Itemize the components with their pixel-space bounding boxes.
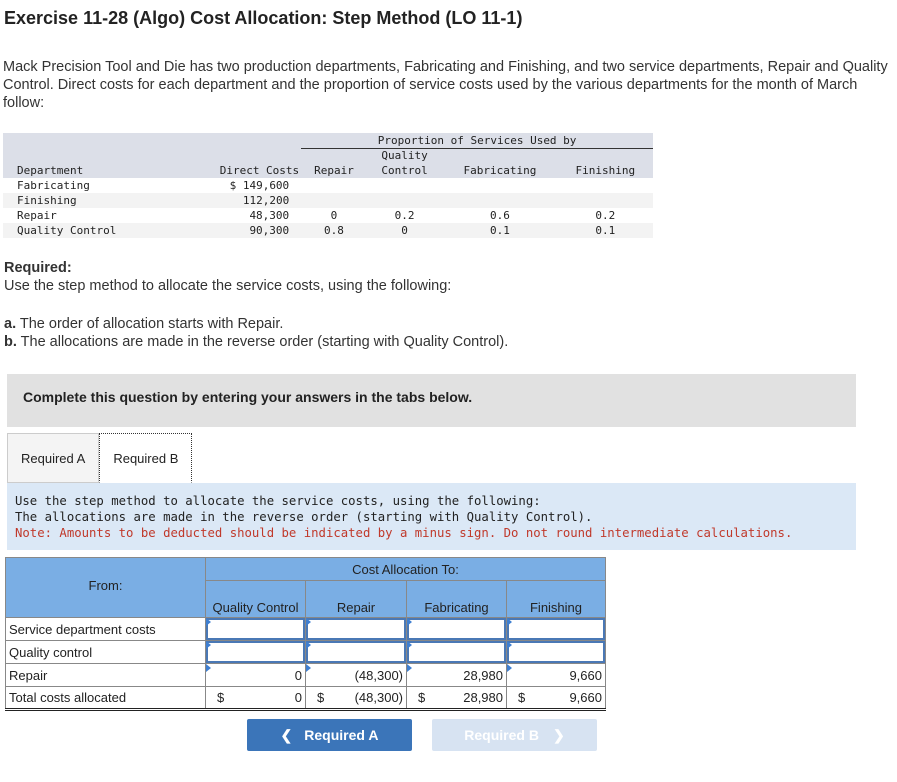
proportion: 0.2 [558,208,653,223]
total-value: 0 [295,690,302,705]
dept-name: Finishing [3,193,176,208]
proportion: 0.1 [558,223,653,238]
input-cell[interactable]: 28,980 [407,664,507,687]
dept-name: Quality Control [3,223,176,238]
direct-cost: 90,300 [176,223,301,238]
next-label: Required B [464,727,539,743]
input-cell[interactable]: 9,660 [507,664,606,687]
allocation-table: From:Cost Allocation To: Quality Control… [5,557,606,711]
currency-symbol: $ [209,690,224,705]
col-header: Quality [367,148,443,163]
proportion: 0.8 [301,223,367,238]
total-cell: $ (48,300) [306,687,407,710]
parts-list: a. The order of allocation starts with R… [4,315,508,351]
total-cell: $28,980 [407,687,507,710]
table-row: Finishing112,200 [3,193,653,208]
proportion: 0 [301,208,367,223]
dept-name: Repair [3,208,176,223]
required-text: Use the step method to allocate the serv… [4,278,451,294]
input-cell[interactable] [206,618,306,641]
total-cell: $0 [206,687,306,710]
row-label: Quality control [6,641,206,664]
table-row-total: Total costs allocated $0 $ (48,300) $28,9… [6,687,606,710]
proportion: 0 [367,223,443,238]
part-b-label: b. [4,334,17,350]
direct-cost: 112,200 [176,193,301,208]
col-header: Control [367,163,443,178]
table-row: Fabricating$ 149,600 [3,178,653,193]
input-cell[interactable] [507,641,606,664]
prev-required-a-button[interactable]: ❮ Required A [247,719,412,751]
tab-bar: Required A Required B [7,433,192,483]
table-row: Repair0(48,300)28,9809,660 [6,664,606,687]
total-cell: $9,660 [507,687,606,710]
col-header: Quality Control [206,581,306,618]
direct-cost: 48,300 [176,208,301,223]
input-cell[interactable] [206,641,306,664]
instruction-banner: Complete this question by entering your … [7,374,856,427]
col-header: Fabricating [407,581,507,618]
input-cell[interactable] [407,618,507,641]
total-value: 9,660 [569,690,602,705]
instruction-line: Use the step method to allocate the serv… [15,493,856,509]
department-data-table: Proportion of Services Used by Quality D… [3,133,653,238]
instruction-line: The allocations are made in the reverse … [15,509,856,525]
proportion: 0.6 [442,208,557,223]
input-cell[interactable]: (48,300) [306,664,407,687]
chevron-right-icon: ❯ [553,727,565,744]
table-row: Repair48,30000.20.60.2 [3,208,653,223]
from-header: From: [6,558,206,618]
currency-symbol: $ [410,690,425,705]
input-cell[interactable] [306,641,407,664]
col-header: Fabricating [442,163,557,178]
input-cell[interactable] [407,641,507,664]
row-label: Total costs allocated [6,687,206,710]
col-header: Repair [301,163,367,178]
col-header: Department [3,163,176,178]
currency-symbol: $ [510,690,525,705]
table-row: Quality Control90,3000.800.10.1 [3,223,653,238]
input-cell[interactable] [507,618,606,641]
tab-instructions: Use the step method to allocate the serv… [7,483,856,550]
intro-text: Mack Precision Tool and Die has two prod… [3,58,888,112]
group-header: Proportion of Services Used by [301,133,653,148]
required-label: Required: [4,260,72,276]
col-header: Finishing [558,163,653,178]
proportion: 0.1 [442,223,557,238]
required-section: Required: Use the step method to allocate… [4,259,451,295]
tab-required-b[interactable]: Required B [99,433,192,483]
total-value: 28,980 [463,690,503,705]
proportion: 0.2 [367,208,443,223]
cost-allocation-header: Cost Allocation To: [206,558,606,581]
part-a-label: a. [4,316,16,332]
part-a-text: The order of allocation starts with Repa… [16,316,283,332]
input-cell[interactable] [306,618,407,641]
dept-name: Fabricating [3,178,176,193]
chevron-left-icon: ❮ [281,727,293,744]
table-row: Quality control [6,641,606,664]
col-header: Finishing [507,581,606,618]
row-label: Repair [6,664,206,687]
input-cell[interactable]: 0 [206,664,306,687]
col-header: Repair [306,581,407,618]
row-label: Service department costs [6,618,206,641]
currency-symbol: $ [309,690,324,705]
tab-required-a[interactable]: Required A [7,433,99,483]
part-b-text: The allocations are made in the reverse … [17,334,508,350]
next-required-b-button[interactable]: Required B ❯ [432,719,597,751]
table-row: Service department costs [6,618,606,641]
prev-label: Required A [304,727,378,743]
direct-cost: $ 149,600 [176,178,301,193]
col-header: Direct Costs [176,163,301,178]
exercise-title: Exercise 11-28 (Algo) Cost Allocation: S… [4,8,522,29]
total-value: (48,300) [355,690,403,705]
instruction-note: Note: Amounts to be deducted should be i… [15,525,856,541]
